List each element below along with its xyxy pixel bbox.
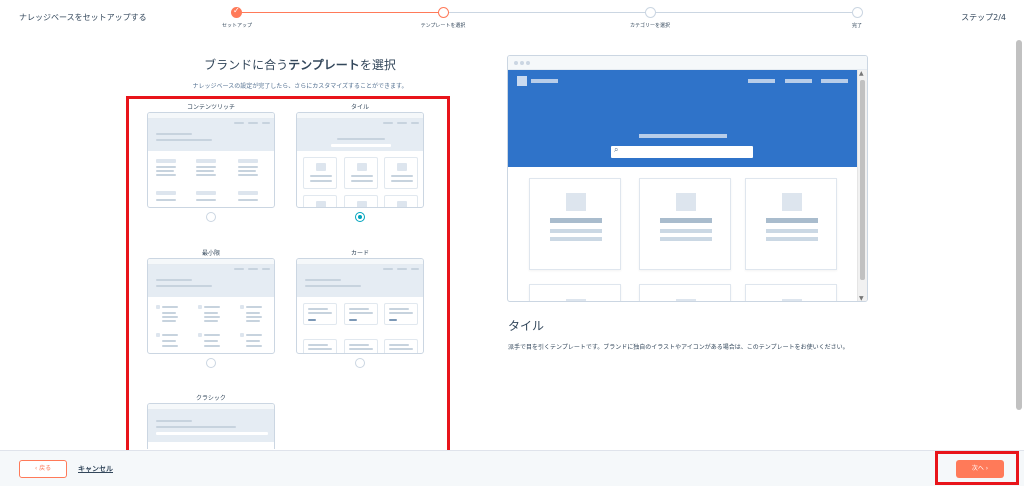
- page-heading: ブランドに合うテンプレートを選択: [150, 56, 450, 73]
- scroll-down-icon[interactable]: ▼: [859, 295, 864, 301]
- heading-bold: テンプレート: [288, 58, 360, 72]
- preview-search-bar: ⌕: [611, 145, 753, 158]
- step-4-dot: [852, 7, 863, 18]
- wizard-header: ナレッジベースをセットアップする セットアップ テンプレートを選択 カテゴリーを…: [0, 0, 1024, 36]
- preview-tile: [529, 178, 621, 270]
- page-scrollbar[interactable]: [1014, 36, 1024, 450]
- setup-wizard: ナレッジベースをセットアップする セットアップ テンプレートを選択 カテゴリーを…: [0, 0, 1024, 486]
- step-1-dot: [231, 6, 242, 18]
- preview-tile: [745, 284, 837, 301]
- preview-tile: [639, 178, 731, 270]
- preview-tile: [529, 284, 621, 301]
- step-2-dot: [438, 7, 449, 18]
- step-4-label: 完了: [851, 23, 863, 29]
- template-thumbnail[interactable]: [147, 258, 275, 354]
- step-1-label: セットアップ: [221, 23, 253, 29]
- preview-hero: ⌕: [508, 70, 858, 167]
- template-option-classic[interactable]: クラシック: [147, 393, 275, 449]
- preview-scrollbar[interactable]: ▲ ▼: [857, 70, 867, 301]
- heading-prefix: ブランドに合う: [204, 58, 289, 72]
- preview-template-name: タイル: [508, 319, 545, 333]
- template-thumbnail[interactable]: [147, 403, 275, 449]
- template-radio-minimal[interactable]: [206, 358, 216, 368]
- wizard-footer: ‹ 戻る キャンセル 次へ ›: [0, 450, 1024, 486]
- template-radio-card[interactable]: [355, 358, 365, 368]
- template-thumbnail[interactable]: [147, 112, 275, 208]
- cancel-link[interactable]: キャンセル: [78, 464, 113, 474]
- template-option-content-rich[interactable]: コンテンツリッチ: [147, 102, 275, 222]
- template-option-tile[interactable]: タイル: [296, 102, 424, 222]
- scroll-up-icon[interactable]: ▲: [859, 70, 864, 77]
- template-label: コンテンツリッチ: [186, 104, 235, 111]
- preview-logo: [517, 76, 527, 86]
- template-radio-content-rich[interactable]: [206, 212, 216, 222]
- template-radio-tile[interactable]: [355, 212, 365, 222]
- step-2-label: テンプレートを選択: [420, 23, 466, 29]
- next-button[interactable]: 次へ ›: [956, 460, 1004, 478]
- template-preview: ⌕ ▲ ▼: [507, 55, 868, 302]
- step-counter: ステップ2/4: [961, 13, 1006, 22]
- back-button[interactable]: ‹ 戻る: [19, 460, 67, 478]
- preview-window-chrome: [508, 56, 867, 70]
- step-3-label: カテゴリーを選択: [629, 23, 671, 29]
- template-thumbnail[interactable]: [296, 112, 424, 208]
- template-label: タイル: [350, 104, 369, 111]
- template-label: カード: [350, 250, 369, 257]
- step-3-dot: [645, 7, 656, 18]
- template-label: 最小限: [201, 250, 220, 257]
- page-subheading: ナレッジベースの設定が完了したら、さらにカスタマイズすることができます。: [192, 83, 408, 90]
- search-icon: ⌕: [614, 145, 619, 154]
- template-option-card[interactable]: カード: [296, 248, 424, 368]
- template-thumbnail[interactable]: [296, 258, 424, 354]
- heading-suffix: を選択: [359, 58, 396, 72]
- wizard-title: ナレッジベースをセットアップする: [19, 13, 147, 22]
- template-option-minimal[interactable]: 最小限: [147, 248, 275, 368]
- template-label: クラシック: [196, 395, 226, 402]
- progress-fill: [237, 12, 443, 13]
- preview-tile: [745, 178, 837, 270]
- preview-tile: [639, 284, 731, 301]
- preview-template-description: 派手で目を引くテンプレートです。ブランドに独自のイラストやアイコンがある場合は、…: [508, 344, 849, 351]
